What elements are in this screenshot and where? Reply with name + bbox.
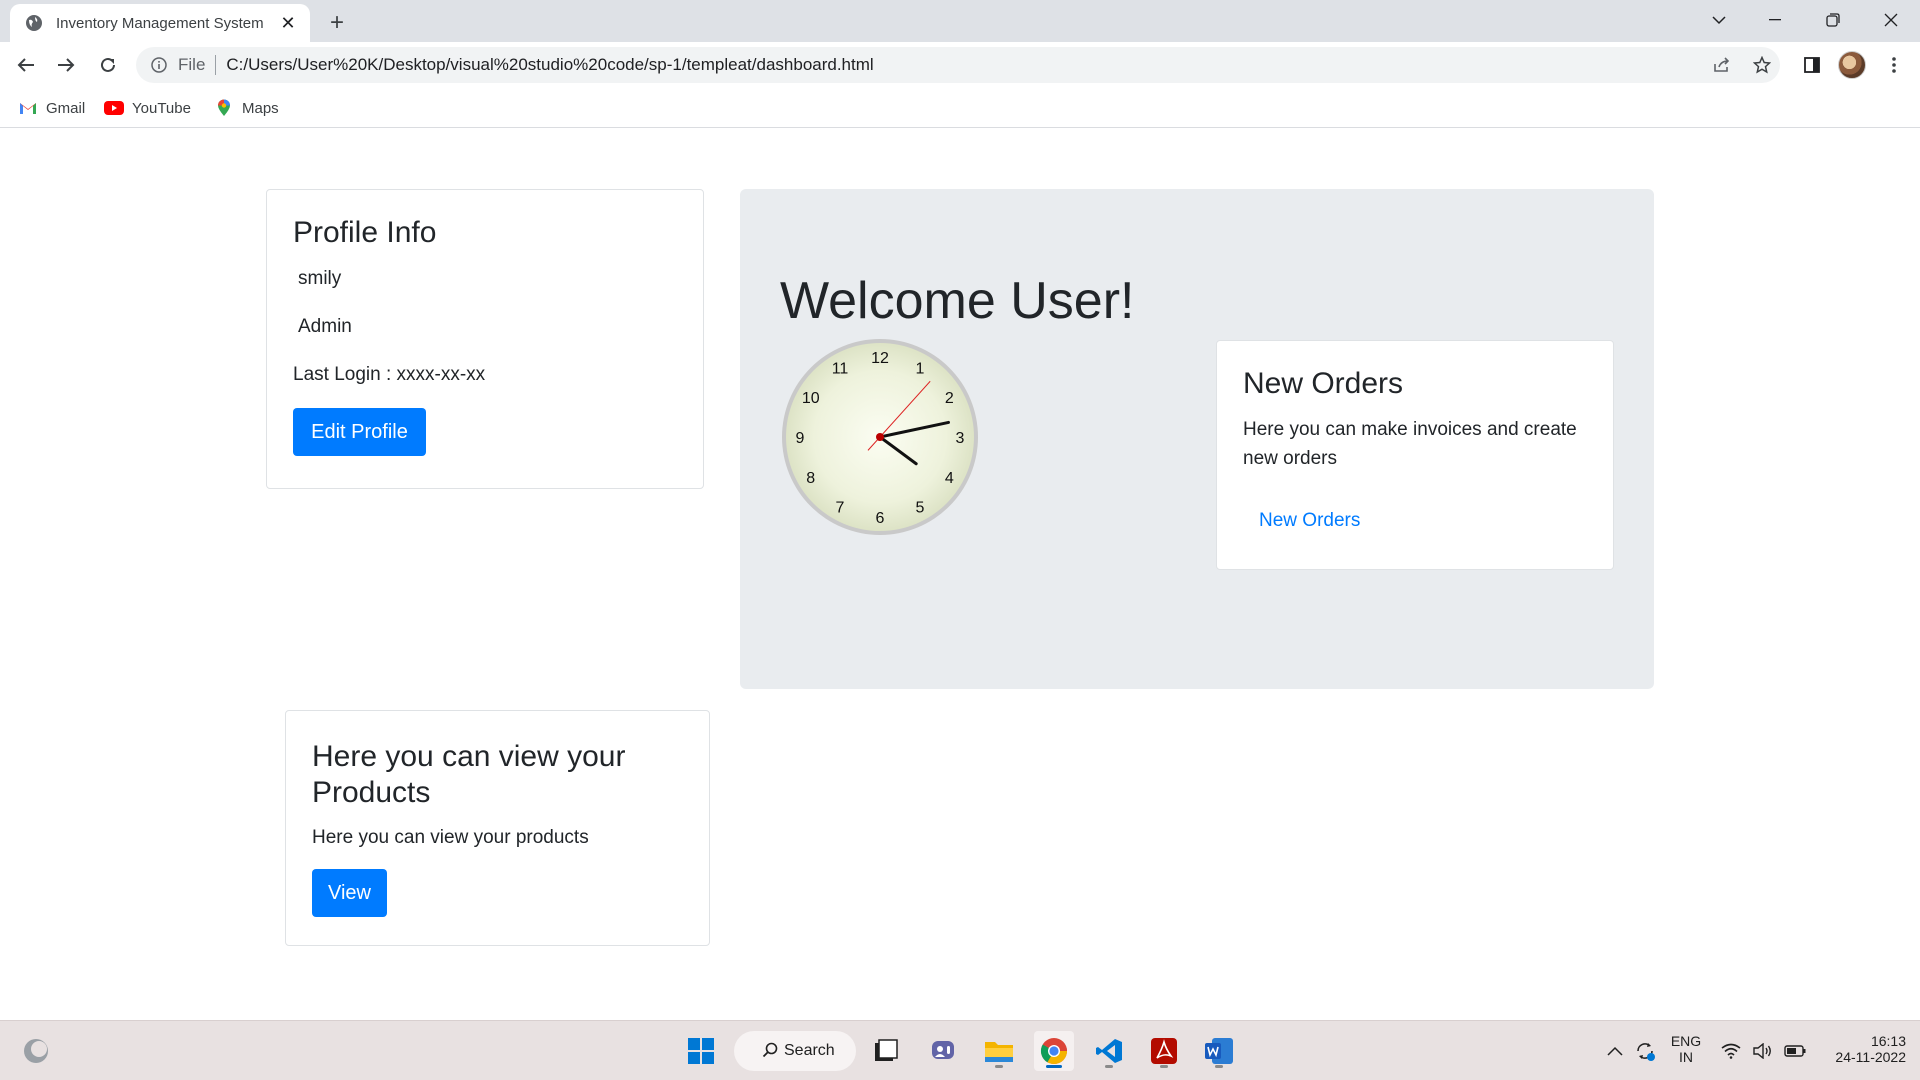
clock-number: 7	[836, 499, 845, 516]
tab-close-icon[interactable]: ✕	[278, 13, 298, 33]
products-text: Here you can view your products	[312, 827, 589, 848]
browser-tab[interactable]: Inventory Management System ✕	[10, 4, 310, 42]
new-orders-card: New Orders Here you can make invoices an…	[1216, 340, 1614, 570]
new-orders-link[interactable]: New Orders	[1259, 510, 1360, 532]
file-explorer-icon[interactable]	[979, 1031, 1019, 1071]
taskbar-search[interactable]: Search	[734, 1031, 856, 1071]
products-title: Here you can view your Products	[312, 740, 626, 809]
browser-tab-strip: Inventory Management System ✕ +	[0, 0, 1920, 42]
teams-chat-icon[interactable]	[924, 1031, 964, 1071]
menu-kebab-icon[interactable]	[1878, 49, 1910, 81]
view-products-button[interactable]: View	[312, 869, 387, 917]
vscode-icon[interactable]	[1089, 1031, 1129, 1071]
wifi-icon[interactable]	[1716, 1031, 1746, 1071]
bookmark-label: Gmail	[46, 99, 86, 117]
clock-number: 4	[945, 470, 954, 487]
back-icon[interactable]	[10, 49, 42, 81]
close-window-icon[interactable]	[1868, 0, 1914, 40]
taskbar-time: 16:13	[1870, 1033, 1906, 1049]
battery-icon[interactable]	[1780, 1031, 1810, 1071]
globe-icon	[24, 13, 44, 33]
bookmark-label: Maps	[242, 99, 279, 117]
tab-title: Inventory Management System	[56, 14, 264, 32]
reload-icon[interactable]	[92, 49, 124, 81]
restore-icon[interactable]	[1810, 0, 1856, 40]
bookmark-maps[interactable]: Maps	[214, 96, 279, 120]
profile-card: Profile Info smily Admin Last Login : xx…	[266, 189, 704, 489]
chrome-icon[interactable]	[1034, 1031, 1074, 1071]
acrobat-icon[interactable]	[1144, 1031, 1184, 1071]
running-indicator	[1215, 1065, 1223, 1068]
gmail-icon	[18, 100, 38, 116]
edit-profile-button[interactable]: Edit Profile	[293, 408, 426, 456]
products-card: Here you can view your Products Here you…	[285, 710, 710, 946]
word-icon[interactable]	[1199, 1031, 1239, 1071]
clock-center-pin	[876, 433, 884, 441]
welcome-heading: Welcome User!	[780, 272, 1135, 330]
clock-number: 5	[916, 499, 925, 516]
bookmark-star-icon[interactable]	[1746, 49, 1778, 81]
profile-title: Profile Info	[293, 216, 437, 249]
last-login-text: Last Login : xxxx-xx-xx	[293, 364, 486, 385]
profile-name: smily	[298, 268, 342, 289]
windows-taskbar: Search ENG IN 16:13 24-11-2022	[0, 1020, 1920, 1080]
clock-number: 11	[832, 361, 849, 378]
clock-number: 12	[871, 350, 889, 367]
analog-clock: 121234567891011	[782, 339, 978, 535]
bookmarks-bar: Gmail YouTube Maps	[0, 88, 1920, 128]
minimize-icon[interactable]	[1752, 0, 1798, 40]
url-scheme-label: File	[178, 55, 206, 74]
new-tab-button[interactable]: +	[322, 8, 352, 38]
tray-chevron-up-icon[interactable]	[1602, 1031, 1628, 1071]
bookmark-gmail[interactable]: Gmail	[18, 96, 85, 120]
browser-toolbar: File C:/Users/User%20K/Desktop/visual%20…	[0, 42, 1920, 88]
volume-icon[interactable]	[1748, 1031, 1778, 1071]
active-indicator	[1046, 1065, 1062, 1068]
weather-widget-icon[interactable]	[16, 1031, 56, 1071]
forward-icon[interactable]	[50, 49, 82, 81]
welcome-jumbotron: Welcome User! 12 1 2 3 4 5 6 7 8 9 10 11 New Orders…	[740, 189, 1654, 689]
clock-number: 2	[945, 390, 954, 407]
url-separator	[215, 55, 217, 75]
tab-search-chevron-icon[interactable]	[1696, 0, 1742, 40]
profile-avatar[interactable]	[1838, 51, 1866, 79]
clock-number: 8	[806, 470, 815, 487]
clock-number: 3	[956, 430, 965, 447]
running-indicator	[1105, 1065, 1113, 1068]
profile-role: Admin	[298, 316, 352, 337]
sync-icon[interactable]	[1630, 1031, 1660, 1071]
running-indicator	[1160, 1065, 1168, 1068]
taskbar-date: 24-11-2022	[1835, 1049, 1906, 1065]
clock-number: 9	[796, 430, 805, 447]
language-code: ENG	[1670, 1033, 1702, 1049]
taskbar-search-label: Search	[784, 1042, 835, 1059]
running-indicator	[995, 1065, 1003, 1068]
search-icon	[762, 1042, 778, 1063]
clock-number: 10	[802, 390, 820, 407]
maps-icon	[214, 99, 234, 116]
clock-number: 1	[916, 361, 925, 378]
side-panel-icon[interactable]	[1796, 49, 1828, 81]
new-orders-text: Here you can make invoices and create ne…	[1243, 419, 1577, 469]
address-bar[interactable]: File C:/Users/User%20K/Desktop/visual%20…	[136, 47, 1780, 83]
taskbar-clock[interactable]: 16:13 24-11-2022	[1818, 1033, 1906, 1065]
url-text[interactable]: C:/Users/User%20K/Desktop/visual%20studi…	[226, 55, 873, 75]
task-view-icon[interactable]	[866, 1031, 906, 1071]
share-icon[interactable]	[1706, 49, 1738, 81]
new-orders-title: New Orders	[1243, 367, 1404, 400]
bookmark-youtube[interactable]: YouTube	[104, 96, 191, 120]
info-icon[interactable]	[150, 56, 168, 74]
clock-number: 6	[876, 510, 885, 527]
youtube-icon	[104, 100, 124, 116]
bookmark-label: YouTube	[132, 99, 191, 117]
region-code: IN	[1679, 1049, 1693, 1065]
language-indicator[interactable]: ENG IN	[1668, 1033, 1704, 1065]
windows-start-icon[interactable]	[681, 1031, 721, 1071]
